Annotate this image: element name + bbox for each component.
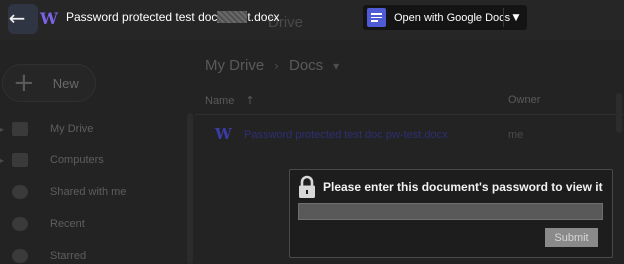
sidebar-item-computers[interactable]: ▸ Computers (0, 149, 104, 171)
column-header-owner[interactable]: Owner (508, 94, 540, 106)
star-icon (12, 249, 28, 263)
sidebar-item-label: Starred (50, 250, 87, 262)
new-button[interactable]: + New (2, 64, 96, 102)
viewer-toolbar: ← W Password protected test doc t.docx Op… (0, 0, 624, 36)
lock-icon (299, 175, 315, 198)
sidebar-item-label: Recent (50, 218, 85, 230)
breadcrumb-item[interactable]: Docs (289, 57, 323, 74)
password-prompt: Please enter this document's password to… (323, 180, 603, 194)
table-row[interactable]: W Password protected test doc pw-test.do… (195, 118, 616, 152)
sidebar-scrollbar[interactable] (187, 113, 193, 264)
sidebar-item-starred[interactable]: Starred (0, 245, 86, 264)
open-with-google-docs-button[interactable]: Open with Google Docs ▼ (363, 5, 527, 30)
document-title-start: Password protected test doc (66, 10, 218, 24)
word-doc-icon: W (215, 125, 232, 143)
sidebar-item-my-drive[interactable]: ▸ My Drive (0, 118, 93, 140)
main-scrollbar[interactable] (616, 93, 622, 133)
expand-arrow-icon: ▸ (0, 124, 5, 134)
document-title: Password protected test doc t.docx (66, 10, 279, 24)
open-with-label: Open with Google Docs (394, 11, 511, 24)
computer-icon (12, 153, 28, 167)
sidebar-item-label: Computers (50, 154, 104, 166)
word-doc-icon: W (40, 8, 58, 28)
file-owner: me (508, 129, 524, 141)
dropdown-arrow-icon[interactable]: ▼ (508, 8, 524, 27)
breadcrumb-item[interactable]: My Drive (205, 57, 264, 74)
new-button-label: New (52, 75, 79, 91)
sidebar-item-label: My Drive (50, 123, 94, 135)
people-icon (12, 185, 28, 199)
chevron-right-icon: › (274, 58, 279, 73)
redacted-text (217, 11, 248, 23)
google-docs-icon (367, 8, 386, 27)
header-divider (195, 114, 624, 115)
sidebar-item-shared[interactable]: Shared with me (0, 181, 126, 203)
submit-button[interactable]: Submit (545, 228, 598, 247)
password-dialog: Please enter this document's password to… (289, 169, 613, 258)
sidebar-item-recent[interactable]: Recent (0, 213, 85, 235)
document-title-end: t.docx (247, 10, 280, 24)
password-input[interactable] (298, 203, 603, 220)
sidebar-item-label: Shared with me (50, 186, 127, 198)
back-arrow-icon[interactable]: ← (4, 5, 30, 31)
clock-icon (12, 217, 28, 231)
button-divider (503, 8, 504, 27)
caret-down-icon[interactable]: ▾ (333, 59, 339, 73)
breadcrumb: My Drive › Docs ▾ (205, 57, 339, 74)
plus-icon: + (13, 68, 35, 98)
column-header-name[interactable]: Name ↑ (205, 94, 255, 107)
file-name: Password protected test doc pw-test.docx (244, 129, 448, 141)
arrow-up-icon: ↑ (245, 94, 255, 107)
drive-icon (12, 122, 28, 136)
expand-arrow-icon: ▸ (0, 155, 5, 165)
